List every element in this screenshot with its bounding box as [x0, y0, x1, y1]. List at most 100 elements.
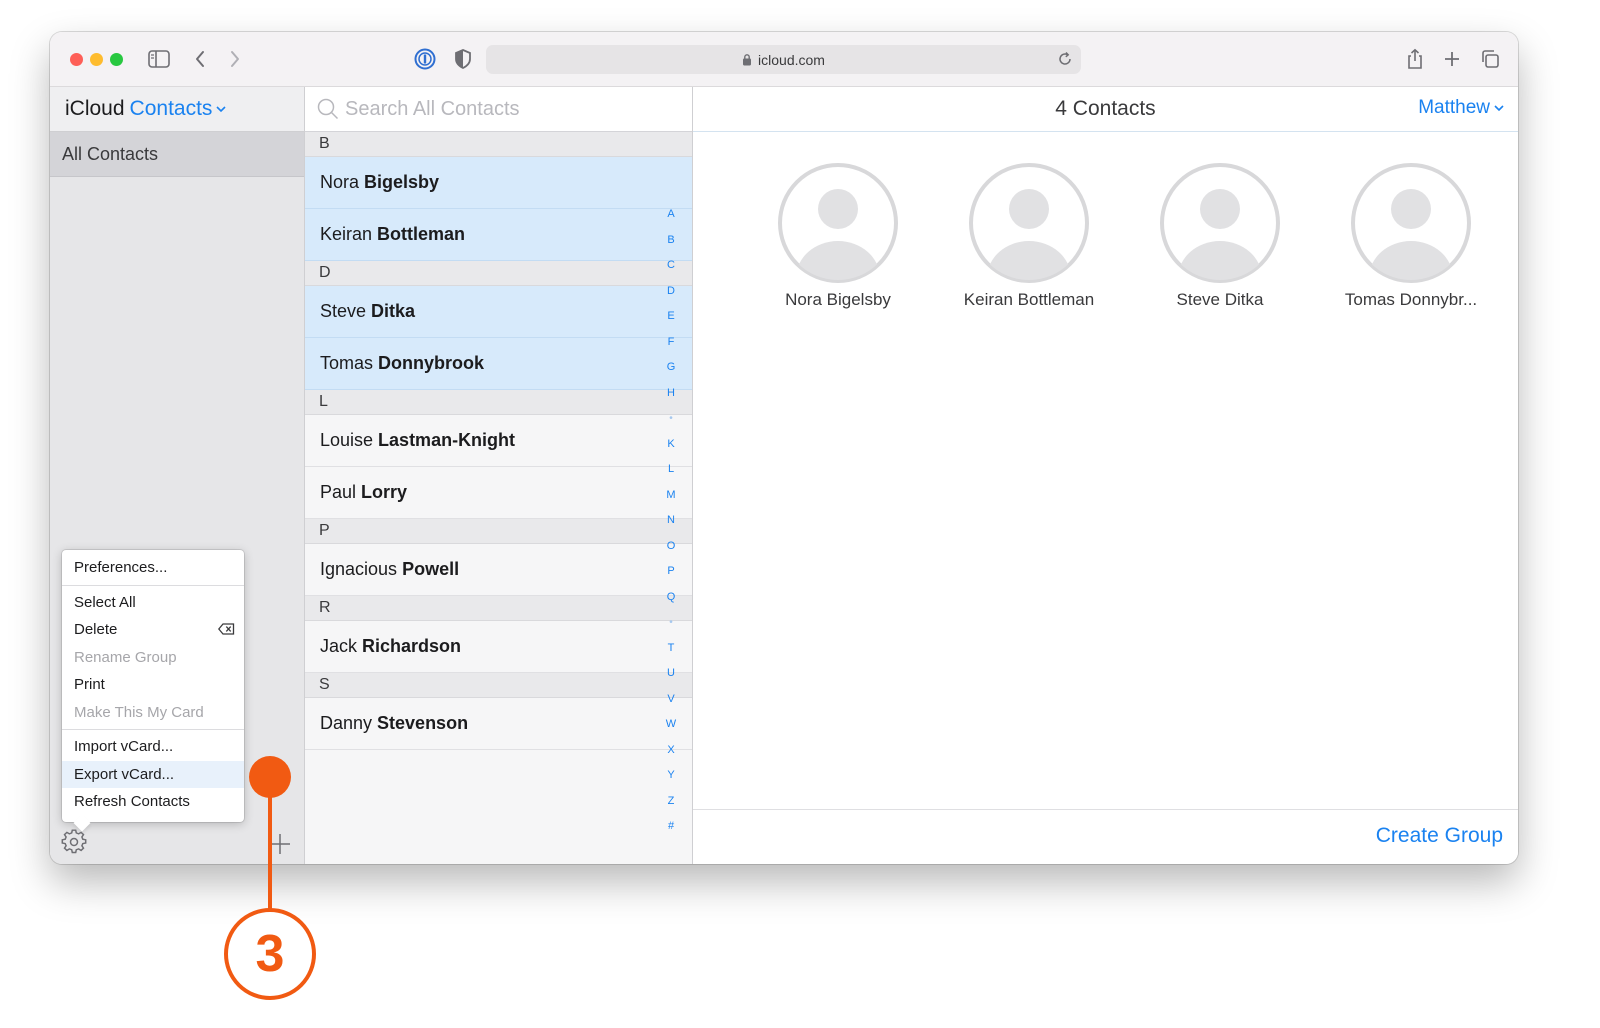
index-letter[interactable]: L [663, 457, 679, 483]
detail-pane: 4 Contacts Matthew Nora Bigelsby Keiran … [693, 87, 1518, 864]
callout-marker [249, 756, 291, 798]
contact-card[interactable]: Steve Ditka [1125, 162, 1315, 310]
search-field[interactable]: Search All Contacts [305, 87, 692, 132]
contact-row[interactable]: Louise Lastman-Knight [305, 415, 692, 467]
account-name: Matthew [1418, 97, 1490, 118]
share-icon[interactable] [1402, 46, 1428, 72]
minimize-window-button[interactable] [90, 53, 103, 66]
index-letter[interactable]: Y [663, 763, 679, 789]
address-bar[interactable]: icloud.com [486, 45, 1081, 74]
avatar-icon [1160, 163, 1280, 283]
contact-last-name: Richardson [362, 636, 462, 656]
contact-row[interactable]: Keiran Bottleman [305, 209, 692, 261]
index-letter[interactable]: N [663, 508, 679, 534]
menu-item-select-all[interactable]: Select All [62, 589, 244, 617]
index-letter[interactable]: H [663, 381, 679, 407]
gear-icon[interactable] [61, 829, 87, 855]
contact-row[interactable]: Nora Bigelsby [305, 157, 692, 209]
settings-menu: Preferences... Select All Delete Rename … [62, 550, 244, 832]
index-letter[interactable]: V [663, 687, 679, 713]
contact-last-name: Bigelsby [364, 172, 440, 192]
browser-window: icloud.com iCloud Contacts All Contacts … [50, 32, 1518, 864]
create-group-button[interactable]: Create Group [1376, 824, 1503, 848]
lock-icon [743, 54, 752, 66]
app-switcher[interactable]: Contacts [130, 97, 227, 121]
index-letter[interactable]: M [663, 483, 679, 509]
menu-separator [62, 584, 244, 586]
index-letter[interactable]: W [663, 712, 679, 738]
menu-item-export-vcard[interactable]: Export vCard... [62, 760, 244, 788]
alphabet-index[interactable]: A B C D E F G H • K L M N O P Q • T U V … [663, 202, 679, 840]
contact-first-name: Danny [320, 713, 373, 733]
menu-item-delete[interactable]: Delete [62, 616, 244, 644]
contact-cards: Nora Bigelsby Keiran Bottleman Steve Dit… [743, 162, 1507, 310]
contact-row[interactable]: Steve Ditka [305, 286, 692, 338]
back-icon[interactable] [187, 46, 213, 72]
menu-item-import-vcard[interactable]: Import vCard... [62, 733, 244, 761]
index-bullet[interactable]: • [663, 610, 679, 636]
contact-card[interactable]: Nora Bigelsby [743, 162, 933, 310]
contact-first-name: Ignacious [320, 559, 398, 579]
zoom-window-button[interactable] [110, 53, 123, 66]
contact-first-name: Steve [320, 301, 367, 321]
icloud-brand: iCloud [65, 97, 125, 120]
contact-last-name: Lorry [361, 482, 408, 502]
close-window-button[interactable] [70, 53, 83, 66]
index-letter[interactable]: D [663, 279, 679, 305]
group-all-contacts[interactable]: All Contacts [50, 132, 304, 177]
contact-last-name: Bottleman [377, 224, 466, 244]
index-letter[interactable]: U [663, 661, 679, 687]
contact-row[interactable]: Ignacious Powell [305, 544, 692, 596]
index-letter[interactable]: B [663, 228, 679, 254]
contact-card[interactable]: Keiran Bottleman [934, 162, 1124, 310]
menu-item-rename-group: Rename Group [74, 648, 177, 666]
contact-card-name: Tomas Donnybr... [1344, 290, 1478, 309]
detail-footer: Create Group [693, 809, 1518, 864]
account-menu[interactable]: Matthew [1418, 97, 1504, 119]
index-letter[interactable]: F [663, 330, 679, 356]
index-letter[interactable]: A [663, 202, 679, 228]
menu-item-refresh-contacts[interactable]: Refresh Contacts [62, 788, 244, 816]
callout-line [268, 790, 272, 912]
selection-count: 4 Contacts [1055, 97, 1156, 120]
section-header: B [305, 132, 692, 157]
index-letter[interactable]: P [663, 559, 679, 585]
index-letter[interactable]: X [663, 738, 679, 764]
index-letter[interactable]: O [663, 534, 679, 560]
contact-card-name: Steve Ditka [1176, 290, 1264, 309]
detail-header: 4 Contacts Matthew [693, 87, 1518, 132]
contact-card[interactable]: Tomas Donnybr... [1316, 162, 1506, 310]
sidebar-toggle-icon[interactable] [146, 46, 172, 72]
index-bullet[interactable]: • [663, 406, 679, 432]
contact-card-name: Nora Bigelsby [785, 290, 891, 309]
index-letter[interactable]: K [663, 432, 679, 458]
contact-row[interactable]: Paul Lorry [305, 467, 692, 519]
app-header: iCloud Contacts [50, 87, 304, 132]
menu-item-preferences[interactable]: Preferences... [62, 554, 244, 582]
password-manager-icon[interactable] [412, 46, 438, 72]
contact-last-name: Lastman-Knight [378, 430, 516, 450]
index-letter[interactable]: Z [663, 789, 679, 815]
menu-item-print[interactable]: Print [62, 671, 244, 699]
index-letter[interactable]: # [663, 814, 679, 840]
forward-icon[interactable] [222, 46, 248, 72]
contact-row[interactable]: Tomas Donnybrook [305, 338, 692, 390]
tab-overview-icon[interactable] [1477, 46, 1503, 72]
new-tab-icon[interactable] [1439, 46, 1465, 72]
add-icon[interactable] [269, 833, 291, 855]
contact-row[interactable]: Danny Stevenson [305, 698, 692, 750]
avatar-icon [969, 163, 1089, 283]
index-letter[interactable]: C [663, 253, 679, 279]
contact-first-name: Tomas [320, 353, 374, 373]
contact-row[interactable]: Jack Richardson [305, 621, 692, 673]
index-letter[interactable]: Q [663, 585, 679, 611]
index-letter[interactable]: E [663, 304, 679, 330]
index-letter[interactable]: T [663, 636, 679, 662]
reload-icon[interactable] [1057, 51, 1073, 67]
privacy-shield-icon[interactable] [450, 46, 476, 72]
app-name: Contacts [129, 97, 213, 120]
index-letter[interactable]: G [663, 355, 679, 381]
avatar-icon [1351, 163, 1471, 283]
contact-first-name: Louise [320, 430, 374, 450]
section-header: D [305, 261, 692, 286]
